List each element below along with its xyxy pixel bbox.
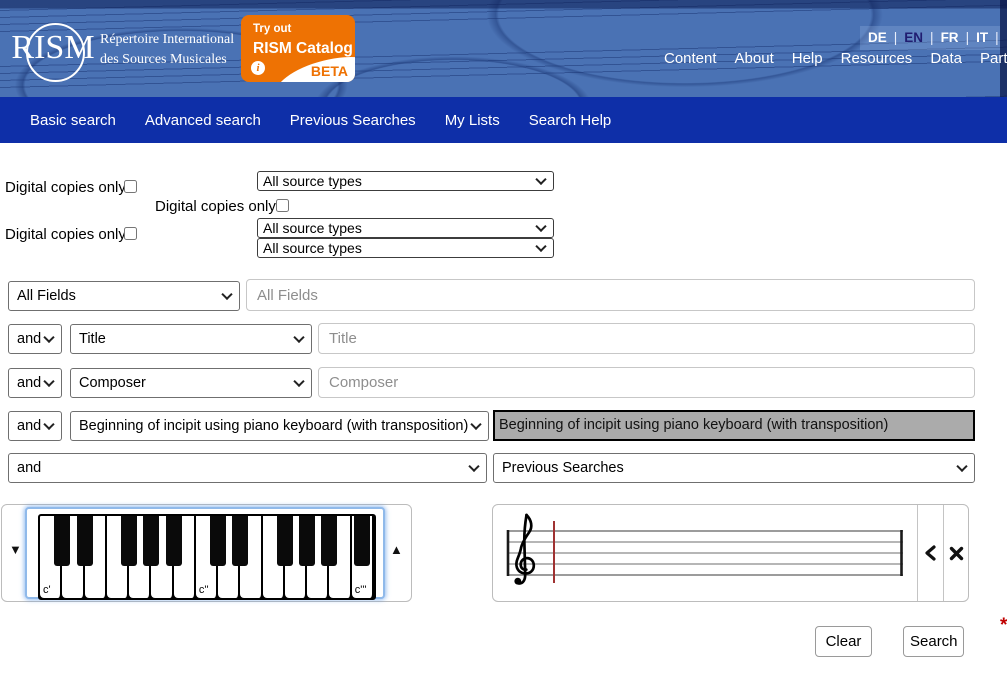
search-button[interactable]: Search xyxy=(903,626,964,657)
music-staff xyxy=(499,513,919,595)
field-select-incipit-wrap: Beginning of incipit using piano keyboar… xyxy=(70,411,489,441)
title-input[interactable] xyxy=(318,323,975,354)
language-fr[interactable]: FR xyxy=(941,30,959,45)
treble-clef-icon xyxy=(514,515,533,585)
source-type-select-1[interactable]: All source types xyxy=(257,171,554,191)
digital-copies-label-1: Digital copies only: xyxy=(5,179,130,196)
operator-select-4-wrap: and xyxy=(8,453,487,483)
piano-keyboard[interactable]: c' c'' c''' xyxy=(38,514,376,600)
black-key[interactable] xyxy=(166,516,182,566)
tab-advanced-search[interactable]: Advanced search xyxy=(145,112,261,129)
badge-beta-label: BETA xyxy=(311,63,348,79)
digital-copies-label-2: Digital copies only: xyxy=(155,198,280,215)
operator-select-2-wrap: and xyxy=(8,368,62,398)
field-select-all-fields-wrap: All Fields xyxy=(8,281,240,311)
source-type-select-1-wrap: All source types xyxy=(257,171,554,191)
key-label-c3: c''' xyxy=(355,584,367,596)
nav-about[interactable]: About xyxy=(735,50,774,67)
black-key[interactable] xyxy=(210,516,226,566)
operator-select-1[interactable]: and xyxy=(8,324,62,354)
tab-previous-searches[interactable]: Previous Searches xyxy=(290,112,416,129)
badge-title: RISM Catalog xyxy=(253,40,353,58)
operator-select-3-wrap: and xyxy=(8,411,62,441)
site-header: RISM Répertoire International des Source… xyxy=(0,0,1007,97)
piano-keyboard-widget: ▼ c' c'' c''' xyxy=(1,504,412,602)
language-separator: | xyxy=(995,30,999,45)
black-key[interactable] xyxy=(321,516,337,566)
rism-catalog-beta-badge[interactable]: Try out RISM Catalog BETA i xyxy=(241,15,355,82)
badge-try-out-label: Try out xyxy=(253,23,291,35)
tab-basic-search[interactable]: Basic search xyxy=(30,112,116,129)
black-key[interactable] xyxy=(77,516,93,566)
site-subtitle: Répertoire International des Sources Mus… xyxy=(100,30,234,70)
nav-participate-truncated[interactable]: Part xyxy=(980,50,1007,67)
black-key[interactable] xyxy=(232,516,248,566)
previous-searches-select[interactable]: Previous Searches xyxy=(493,453,975,483)
language-en-active[interactable]: EN xyxy=(904,30,923,45)
source-type-select-2[interactable]: All source types xyxy=(257,218,554,238)
incipit-disabled-field: Beginning of incipit using piano keyboar… xyxy=(493,410,975,441)
nav-help[interactable]: Help xyxy=(792,50,823,67)
digital-copies-checkbox-1[interactable] xyxy=(124,180,137,193)
field-select-title[interactable]: Title xyxy=(70,324,312,354)
tab-my-lists[interactable]: My Lists xyxy=(445,112,500,129)
field-select-title-wrap: Title xyxy=(70,324,312,354)
operator-select-4[interactable]: and xyxy=(8,453,487,483)
octave-up-icon[interactable]: ▲ xyxy=(390,543,403,556)
language-separator: | xyxy=(966,30,970,45)
black-key[interactable] xyxy=(354,516,370,566)
operator-select-1-wrap: and xyxy=(8,324,62,354)
operator-select-3[interactable]: and xyxy=(8,411,62,441)
header-edge-decoration xyxy=(1000,0,1007,97)
language-de[interactable]: DE xyxy=(868,30,887,45)
nav-content[interactable]: Content xyxy=(664,50,717,67)
undo-note-button[interactable] xyxy=(917,505,943,601)
language-switcher: DE | EN | FR | IT | xyxy=(868,30,999,45)
digital-copies-label-3: Digital copies only: xyxy=(5,226,130,243)
source-type-select-3[interactable]: All source types xyxy=(257,238,554,258)
field-select-composer[interactable]: Composer xyxy=(70,368,312,398)
piano-keyboard-focus-frame: c' c'' c''' xyxy=(25,507,385,599)
digital-copies-checkbox-2[interactable] xyxy=(276,199,289,212)
black-key[interactable] xyxy=(54,516,70,566)
operator-select-2[interactable]: and xyxy=(8,368,62,398)
black-key[interactable] xyxy=(277,516,293,566)
previous-searches-select-wrap: Previous Searches xyxy=(493,453,975,483)
key-label-c1: c' xyxy=(43,584,51,596)
chevron-left-icon xyxy=(924,545,936,561)
digital-copies-checkbox-3[interactable] xyxy=(124,227,137,240)
language-it[interactable]: IT xyxy=(976,30,988,45)
nav-data[interactable]: Data xyxy=(930,50,962,67)
subtitle-line-1: Répertoire International xyxy=(100,30,234,50)
source-type-select-3-wrap: All source types xyxy=(257,238,554,258)
x-icon xyxy=(949,546,964,561)
all-fields-input[interactable] xyxy=(246,279,975,311)
required-marker: * xyxy=(1000,615,1007,637)
clear-button[interactable]: Clear xyxy=(815,626,872,657)
rism-advanced-search-page: RISM Répertoire International des Source… xyxy=(0,0,1007,678)
black-key[interactable] xyxy=(121,516,137,566)
field-select-composer-wrap: Composer xyxy=(70,368,312,398)
nav-resources[interactable]: Resources xyxy=(841,50,913,67)
octave-down-icon[interactable]: ▼ xyxy=(9,543,22,556)
field-select-incipit[interactable]: Beginning of incipit using piano keyboar… xyxy=(70,411,489,441)
subtitle-line-2: des Sources Musicales xyxy=(100,50,234,70)
tab-search-help[interactable]: Search Help xyxy=(529,112,612,129)
field-select-all-fields[interactable]: All Fields xyxy=(8,281,240,311)
black-key[interactable] xyxy=(143,516,159,566)
rism-logo[interactable]: RISM xyxy=(10,31,96,65)
incipit-staff-widget xyxy=(492,504,969,602)
info-icon: i xyxy=(251,61,265,75)
black-key[interactable] xyxy=(299,516,315,566)
language-separator: | xyxy=(894,30,898,45)
clear-incipit-button[interactable] xyxy=(943,505,969,601)
search-navbar: Basic search Advanced search Previous Se… xyxy=(0,97,1007,143)
header-nav: Content About Help Resources Data Part xyxy=(664,50,1007,67)
source-type-select-2-wrap: All source types xyxy=(257,218,554,238)
key-label-c2: c'' xyxy=(199,584,209,596)
composer-input[interactable] xyxy=(318,367,975,398)
language-separator: | xyxy=(930,30,934,45)
